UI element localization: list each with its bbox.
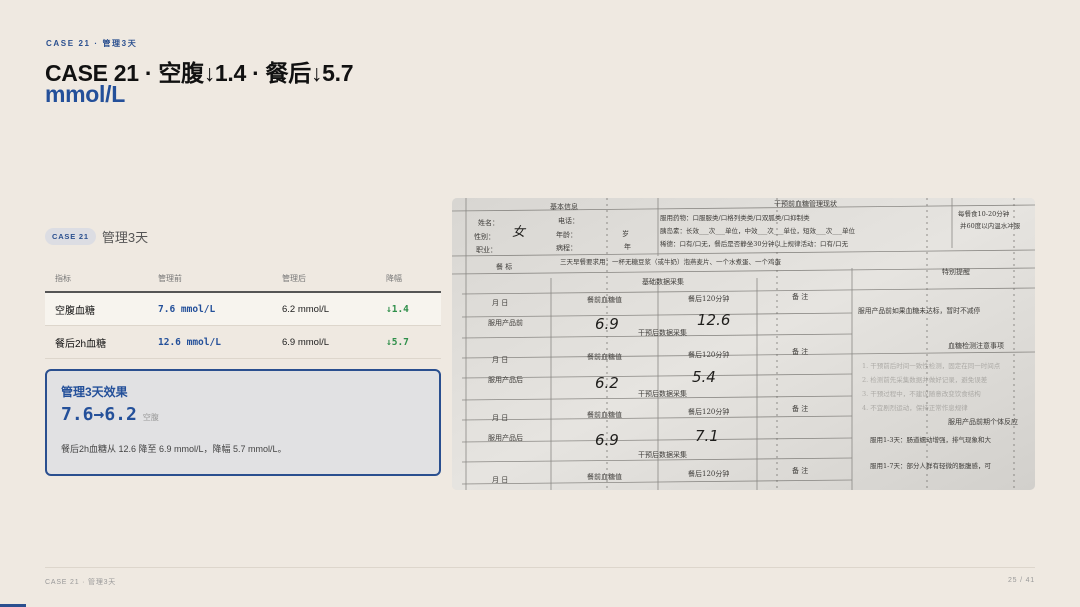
table-row: 空腹血糖 7.6 mmol/L 6.2 mmol/L ↓1.4 bbox=[45, 293, 441, 326]
card-title: 管理3天效果 bbox=[61, 385, 128, 399]
sheet-right-text2: 服用1-3天：肠道蠕动增强，排气现象和大 bbox=[870, 435, 991, 444]
card-value: 7.6→6.2 bbox=[61, 404, 137, 425]
page-number: 25 / 41 bbox=[1007, 577, 1035, 584]
sheet-goal-label: 餐 标 bbox=[496, 262, 512, 271]
sheet-col-fasting: 餐前血糖值 bbox=[587, 410, 622, 419]
after-cell: 6.2 mmol/L bbox=[282, 303, 329, 315]
header-drop: 降幅 bbox=[386, 274, 402, 283]
sheet-med-line1: 服用药物：口服服类/口格列类类/口双胍类/口抑制类 bbox=[660, 213, 810, 222]
drop-cell: ↓5.7 bbox=[386, 336, 409, 348]
sheet-gender-label: 性别： bbox=[474, 232, 495, 241]
sheet-age-unit: 岁 bbox=[622, 229, 629, 238]
sheet-sec1: 基础数据采集 bbox=[642, 277, 684, 286]
handwritten-post-after-2: 7.1 bbox=[695, 427, 719, 445]
before-cell: 7.6 mmol/L bbox=[158, 303, 216, 315]
page-title-unit: mmol/L bbox=[45, 81, 125, 107]
sheet-sec4: 干预后数据采集 bbox=[638, 450, 687, 459]
sheet-col-post: 餐后120分钟 bbox=[688, 294, 729, 303]
sheet-row-after: 服用产品后 bbox=[488, 375, 523, 384]
sheet-sec2: 干预后数据采集 bbox=[638, 328, 687, 337]
sheet-sec3: 干预后数据采集 bbox=[638, 389, 687, 398]
sheet-row-after: 服用产品后 bbox=[488, 433, 523, 442]
sheet-col-note: 备 注 bbox=[792, 347, 808, 356]
drop-cell: ↓1.4 bbox=[386, 303, 409, 315]
table-header: 指标 管理前 管理后 降幅 bbox=[45, 266, 441, 293]
svg-text:3. 干预过程中，不建议随意改变饮食结构: 3. 干预过程中，不建议随意改变饮食结构 bbox=[862, 389, 981, 398]
sheet-handwritten-gender: 女 bbox=[512, 224, 527, 240]
card-unit: 空腹 bbox=[142, 413, 159, 422]
case-badge: CASE 21 bbox=[45, 228, 96, 245]
sheet-section-basic: 基本信息 bbox=[550, 202, 578, 211]
after-cell: 6.9 mmol/L bbox=[282, 336, 329, 348]
sheet-col-fasting: 餐前血糖值 bbox=[587, 295, 622, 304]
before-cell: 12.6 mmol/L bbox=[158, 336, 221, 348]
sheet-course-unit: 年 bbox=[624, 242, 631, 251]
sheet-col-date: 月 日 bbox=[492, 356, 508, 364]
card-description: 餐后2h血糖从 12.6 降至 6.9 mmol/L，降幅 5.7 mmol/L… bbox=[61, 444, 287, 454]
header-metric: 指标 bbox=[55, 274, 71, 283]
handwritten-fasting-after-1: 6.2 bbox=[595, 374, 619, 392]
sheet-row-before: 服用产品前 bbox=[488, 318, 523, 327]
sheet-course-label: 病程： bbox=[556, 243, 577, 252]
handwritten-post-after-1: 5.4 bbox=[692, 368, 716, 386]
footer-divider bbox=[45, 567, 1035, 568]
sheet-col-fasting: 餐前血糖值 bbox=[587, 352, 622, 361]
sheet-col-date: 月 日 bbox=[492, 299, 508, 307]
footer-case-label: CASE 21 · 管理3天 bbox=[45, 579, 117, 586]
sheet-col-date: 月 日 bbox=[492, 414, 508, 422]
metric-cell: 空腹血糖 bbox=[55, 305, 95, 317]
sheet-col-fasting: 餐前血糖值 bbox=[587, 472, 622, 481]
handwritten-fasting-before: 6.9 bbox=[595, 315, 619, 333]
sheet-col-note: 备 注 bbox=[792, 404, 808, 413]
glucose-table: 指标 管理前 管理后 降幅 空腹血糖 7.6 mmol/L 6.2 mmol/L… bbox=[45, 266, 441, 359]
sheet-right-note2: 并60度以内温水冲服 bbox=[960, 221, 1021, 230]
sheet-right-note1: 每餐食10-20分钟 bbox=[958, 209, 1010, 218]
sheet-name-label: 姓名： bbox=[478, 218, 499, 227]
svg-text:4. 不宜剧烈运动，保持正常作息规律: 4. 不宜剧烈运动，保持正常作息规律 bbox=[862, 403, 968, 412]
sheet-right-title: 特别提醒 bbox=[942, 267, 970, 276]
sheet-col-post: 餐后120分钟 bbox=[688, 350, 729, 359]
sheet-right-text3: 服用1-7天：部分人群有轻微的胀腹感，可 bbox=[870, 461, 991, 470]
header-after: 管理后 bbox=[282, 274, 306, 283]
card-value-row: 7.6→6.2 空腹 bbox=[61, 404, 159, 425]
result-card: 管理3天效果 7.6→6.2 空腹 餐后2h血糖从 12.6 降至 6.9 mm… bbox=[45, 369, 441, 476]
sheet-col-date: 月 日 bbox=[492, 476, 508, 484]
sheet-col-note: 备 注 bbox=[792, 292, 808, 301]
case-tag-row: CASE 21 管理3天 bbox=[45, 227, 148, 246]
svg-text:1. 干预前后时间一致性检测，固定在同一时间点: 1. 干预前后时间一致性检测，固定在同一时间点 bbox=[862, 361, 1001, 370]
sheet-right-text1: 服用产品前如果血糖未达标，暂时不减停 bbox=[858, 306, 981, 315]
sheet-med-line2: 胰岛素：长效___次___单位，中效___次___单位，短效___次___单位 bbox=[660, 226, 856, 235]
svg-text:2. 检测前先采集数据并做好记录，避免误差: 2. 检测前先采集数据并做好记录，避免误差 bbox=[862, 375, 988, 384]
sheet-section-pre: 干预前血糖管理现状 bbox=[774, 199, 837, 208]
sheet-right-title2: 血糖检测注意事项 bbox=[948, 341, 1004, 350]
metric-cell: 餐后2h血糖 bbox=[55, 338, 107, 350]
sheet-age-label: 年龄： bbox=[556, 230, 577, 239]
record-sheet-photo: 基本信息 干预前血糖管理现状 姓名： 电话： 性别： 年龄： 岁 职业： 病程：… bbox=[452, 198, 1035, 490]
sheet-right-title3: 服用产品前期个体反应 bbox=[948, 417, 1018, 426]
header-before: 管理前 bbox=[158, 274, 182, 283]
case-duration: 管理3天 bbox=[101, 230, 149, 245]
sheet-col-note: 备 注 bbox=[792, 466, 808, 475]
sheet-goal-text: 三天早餐要求用：一杯无糖豆浆（或牛奶）泡燕麦片、一个水煮蛋、一个鸡蛋 bbox=[560, 257, 782, 266]
eyebrow: CASE 21 · 管理3天 bbox=[46, 39, 138, 48]
sheet-col-post: 餐后120分钟 bbox=[688, 469, 729, 478]
handwritten-fasting-after-2: 6.9 bbox=[595, 431, 619, 449]
handwritten-post-before: 12.6 bbox=[697, 311, 730, 329]
sheet-phone-label: 电话： bbox=[558, 216, 579, 225]
sheet-col-post: 餐后120分钟 bbox=[688, 407, 729, 416]
table-row: 餐后2h血糖 12.6 mmol/L 6.9 mmol/L ↓5.7 bbox=[45, 326, 441, 359]
sheet-occupation-label: 职业： bbox=[476, 245, 497, 254]
sheet-med-line3: 稀德：口有/口无，餐后是否静坐30分钟以上规律活动：口有/口无 bbox=[660, 239, 849, 248]
